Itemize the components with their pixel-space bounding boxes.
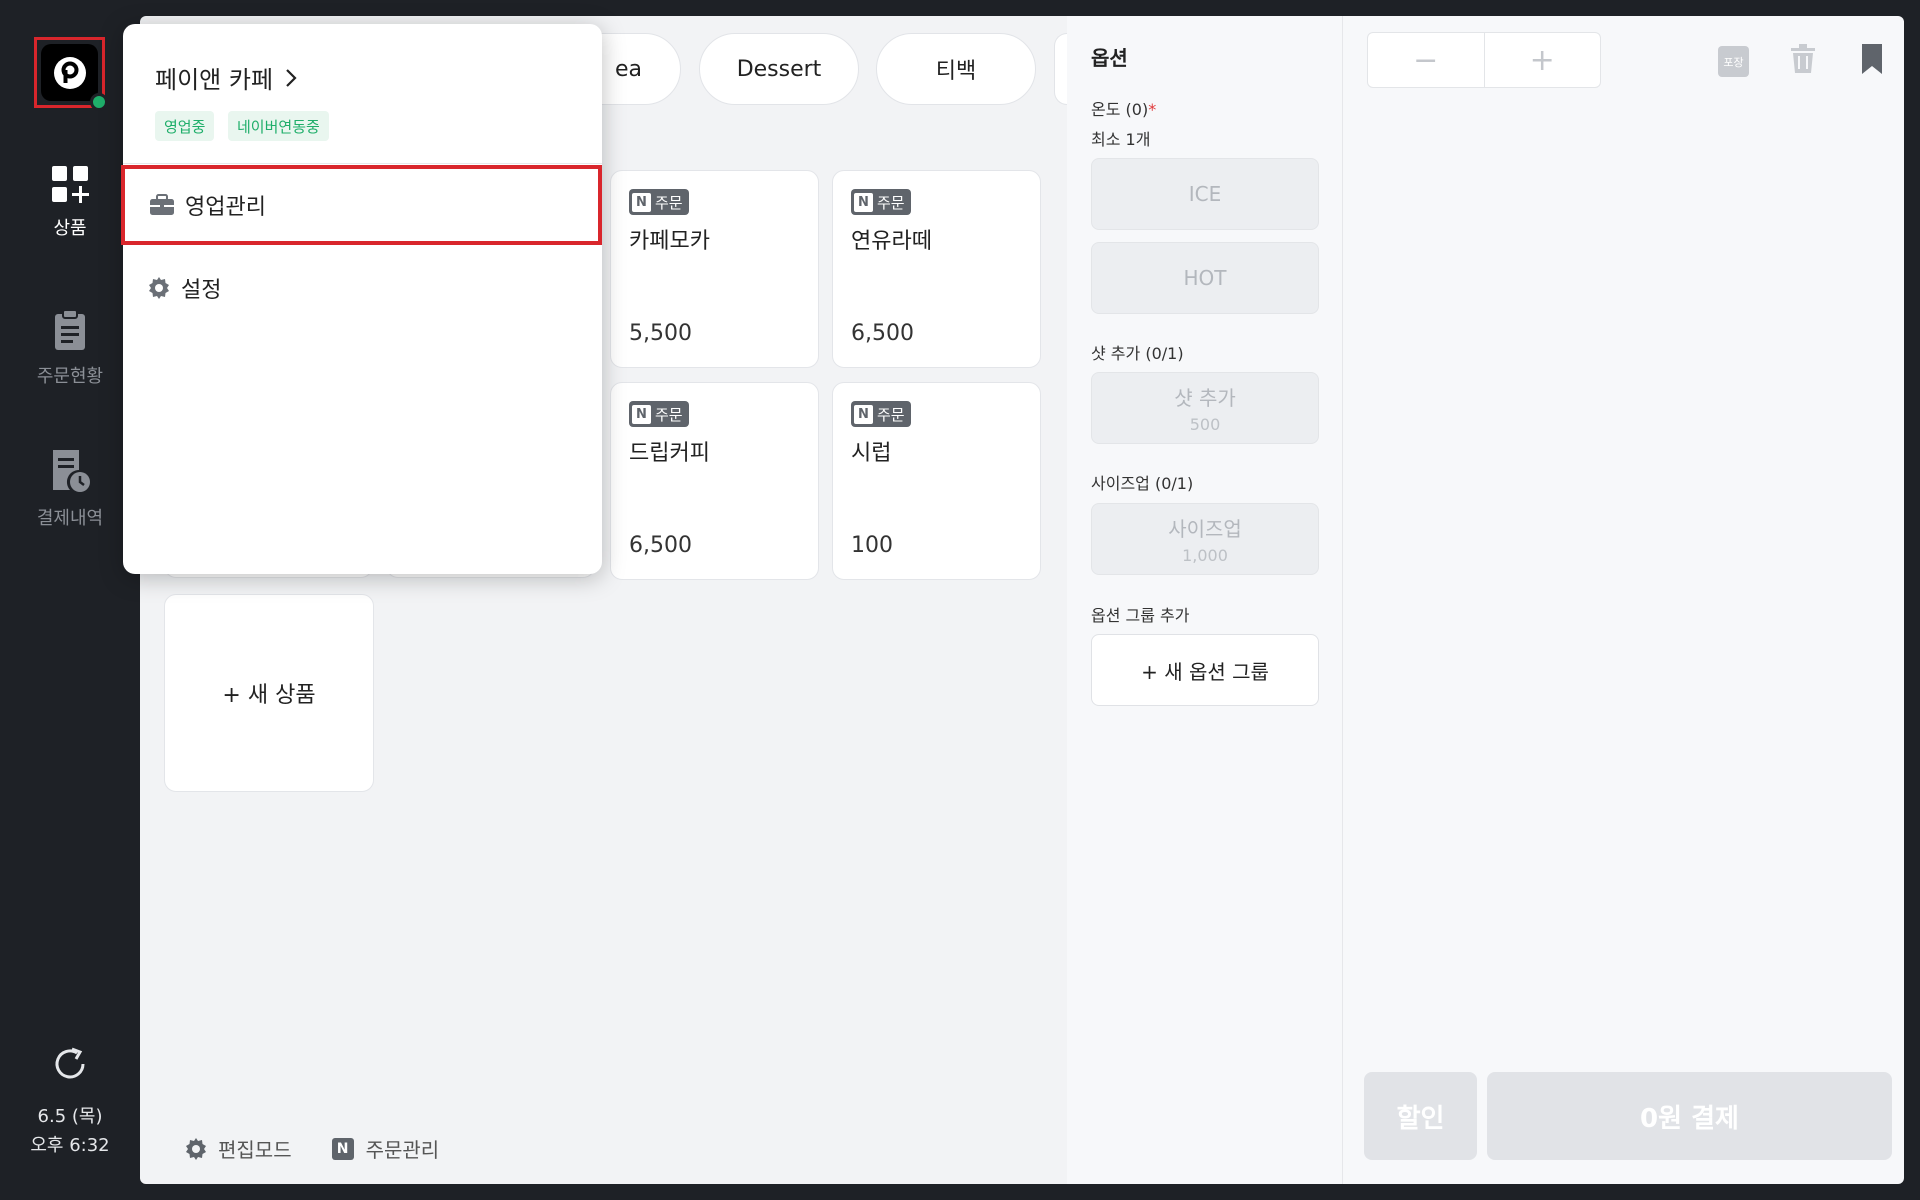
menu-item-sales-management[interactable]: 영업관리 xyxy=(121,165,602,245)
hot-option-button[interactable]: HOT xyxy=(1091,242,1319,314)
cart-panel: − + 포장 할인 0원 결제 xyxy=(1343,16,1904,1184)
left-rail: 상품 주문현황 결제내역 6.5 (목) 오후 6:32 xyxy=(0,0,140,1200)
options-panel: 옵션 온도 (0)* 최소 1개 ICE HOT 샷 추가 (0/1) 샷 추가… xyxy=(1067,16,1343,1184)
datetime-display: 6.5 (목) 오후 6:32 xyxy=(0,1102,140,1160)
bookmark-icon[interactable] xyxy=(1860,44,1884,74)
rail-item-label: 결제내역 xyxy=(36,508,104,529)
rail-item-orders[interactable]: 주문현황 xyxy=(0,308,140,388)
refresh-icon[interactable] xyxy=(50,1044,90,1084)
options-title: 옵션 xyxy=(1091,46,1128,70)
time-text: 오후 6:32 xyxy=(30,1135,110,1156)
category-chip-dessert[interactable]: Dessert xyxy=(699,33,859,105)
ice-option-button[interactable]: ICE xyxy=(1091,158,1319,230)
product-price: 6,500 xyxy=(629,533,692,558)
rail-item-products[interactable]: 상품 xyxy=(0,164,140,240)
trash-icon[interactable] xyxy=(1789,44,1817,74)
takeout-toggle[interactable]: 포장 xyxy=(1718,46,1749,77)
naver-order-badge: N 주문 xyxy=(629,401,689,427)
option-group-label: 옵션 그룹 추가 xyxy=(1091,606,1190,625)
product-price: 100 xyxy=(851,533,893,558)
status-badge-open: 영업중 xyxy=(155,111,215,141)
product-price: 5,500 xyxy=(629,321,692,346)
product-price: 6,500 xyxy=(851,321,914,346)
shot-label: 샷 추가 (0/1) xyxy=(1091,344,1184,363)
decrement-button[interactable]: − xyxy=(1368,33,1485,87)
online-status-dot xyxy=(90,93,108,111)
rail-item-label: 상품 xyxy=(53,218,87,239)
product-card[interactable]: N 주문 카페모카 5,500 xyxy=(610,170,819,368)
gear-icon xyxy=(186,1137,206,1160)
receipt-clock-icon xyxy=(53,450,90,492)
grid-plus-icon xyxy=(52,166,89,203)
sizeup-option-button[interactable]: 사이즈업 1,000 xyxy=(1091,503,1319,575)
size-label: 사이즈업 (0/1) xyxy=(1091,474,1194,493)
product-card[interactable]: N 주문 연유라떼 6,500 xyxy=(832,170,1041,368)
divider xyxy=(123,163,602,164)
chevron-right-icon xyxy=(286,68,297,87)
quantity-stepper: − + xyxy=(1367,32,1601,88)
edit-mode-button[interactable]: 편집모드 xyxy=(184,1134,292,1163)
product-card[interactable]: N 주문 시럽 100 xyxy=(832,382,1041,580)
product-name: 연유라떼 xyxy=(851,229,932,254)
store-menu-dropdown: 페이앤 카페 영업중 네이버연동중 영업관리 설정 xyxy=(121,24,602,574)
naver-icon: N xyxy=(331,1137,354,1160)
increment-button[interactable]: + xyxy=(1485,33,1601,87)
bottom-toolbar: 편집모드 N 주문관리 xyxy=(184,1134,479,1163)
order-manage-button[interactable]: N 주문관리 xyxy=(331,1134,439,1163)
store-name-link[interactable]: 페이앤 카페 xyxy=(155,60,297,95)
briefcase-icon xyxy=(150,194,174,215)
category-chip-overflow[interactable] xyxy=(1054,33,1067,105)
date-text: 6.5 (목) xyxy=(37,1106,103,1127)
shot-option-button[interactable]: 샷 추가 500 xyxy=(1091,372,1319,444)
new-product-button[interactable]: + 새 상품 xyxy=(164,594,374,792)
menu-item-settings[interactable]: 설정 xyxy=(123,248,602,328)
temperature-label: 온도 (0)* xyxy=(1091,100,1157,119)
naver-order-badge: N 주문 xyxy=(629,189,689,215)
category-chip-teabag[interactable]: 티백 xyxy=(876,33,1036,105)
naver-order-badge: N 주문 xyxy=(851,401,911,427)
status-badge-naver: 네이버연동중 xyxy=(228,111,329,141)
product-name: 카페모카 xyxy=(629,229,710,254)
gear-icon xyxy=(149,277,169,299)
rail-item-label: 주문현황 xyxy=(36,366,104,387)
new-option-group-button[interactable]: + 새 옵션 그룹 xyxy=(1091,634,1319,706)
logo-icon xyxy=(41,44,98,101)
clipboard-icon xyxy=(55,309,85,350)
temperature-min-label: 최소 1개 xyxy=(1091,130,1151,149)
pay-button[interactable]: 0원 결제 xyxy=(1487,1072,1892,1160)
store-logo-button[interactable] xyxy=(34,37,108,111)
discount-button[interactable]: 할인 xyxy=(1364,1072,1477,1160)
product-card[interactable]: N 주문 드립커피 6,500 xyxy=(610,382,819,580)
naver-order-badge: N 주문 xyxy=(851,189,911,215)
product-name: 드립커피 xyxy=(629,441,710,466)
product-name: 시럽 xyxy=(851,441,892,466)
rail-item-payments[interactable]: 결제내역 xyxy=(0,448,140,530)
